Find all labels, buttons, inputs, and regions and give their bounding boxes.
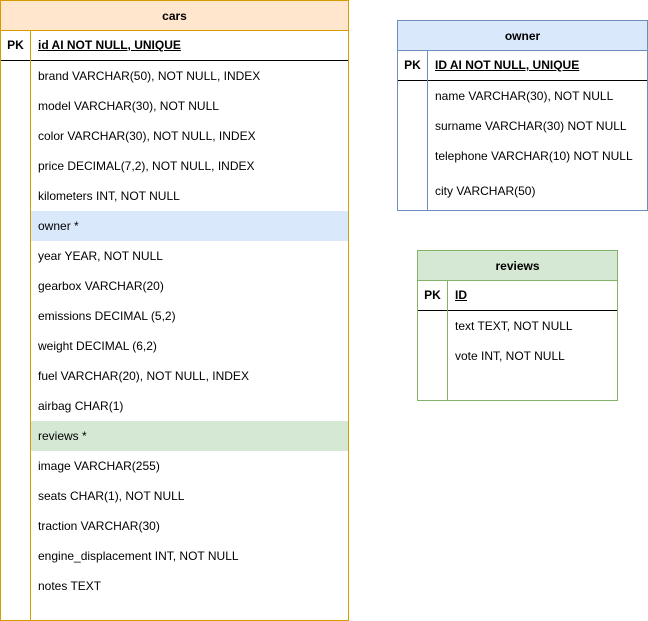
owner-title: owner (398, 21, 647, 51)
cars-field-notes[interactable]: notes TEXT (31, 571, 348, 601)
reviews-pk-label: PK (424, 288, 441, 302)
cars-field-weight[interactable]: weight DECIMAL (6,2) (31, 331, 348, 361)
reviews-field-text[interactable]: text TEXT, NOT NULL (448, 311, 617, 341)
reviews-table[interactable]: reviews PK ID text TEXT, NOT NULL vote I… (417, 250, 618, 401)
owner-pk-label: PK (404, 58, 421, 72)
cars-field-traction[interactable]: traction VARCHAR(30) (31, 511, 348, 541)
cars-field-kilometers[interactable]: kilometers INT, NOT NULL (31, 181, 348, 211)
cars-field-gearbox[interactable]: gearbox VARCHAR(20) (31, 271, 348, 301)
cars-field-year[interactable]: year YEAR, NOT NULL (31, 241, 348, 271)
cars-field-airbag[interactable]: airbag CHAR(1) (31, 391, 348, 421)
cars-pk-field: id AI NOT NULL, UNIQUE (38, 38, 181, 52)
cars-field-price[interactable]: price DECIMAL(7,2), NOT NULL, INDEX (31, 151, 348, 181)
cars-field-owner[interactable]: owner * (31, 211, 348, 241)
reviews-field-vote[interactable]: vote INT, NOT NULL (448, 341, 617, 371)
cars-table[interactable]: cars PK id AI NOT NULL, UNIQUE brand VAR… (0, 0, 349, 621)
cars-field-brand[interactable]: brand VARCHAR(50), NOT NULL, INDEX (31, 61, 348, 91)
cars-field-color[interactable]: color VARCHAR(30), NOT NULL, INDEX (31, 121, 348, 151)
reviews-pk-field: ID (455, 288, 467, 302)
cars-pk-row[interactable]: PK id AI NOT NULL, UNIQUE (1, 31, 348, 61)
cars-pk-label: PK (7, 38, 24, 52)
owner-pk-field: ID AI NOT NULL, UNIQUE (435, 58, 580, 72)
owner-field-city[interactable]: city VARCHAR(50) (428, 176, 647, 206)
cars-field-seats[interactable]: seats CHAR(1), NOT NULL (31, 481, 348, 511)
cars-field-image[interactable]: image VARCHAR(255) (31, 451, 348, 481)
cars-field-fuel[interactable]: fuel VARCHAR(20), NOT NULL, INDEX (31, 361, 348, 391)
owner-field-name[interactable]: name VARCHAR(30), NOT NULL (428, 81, 647, 111)
owner-table[interactable]: owner PK ID AI NOT NULL, UNIQUE name VAR… (397, 20, 648, 211)
cars-field-model[interactable]: model VARCHAR(30), NOT NULL (31, 91, 348, 121)
owner-field-telephone[interactable]: telephone VARCHAR(10) NOT NULL (428, 141, 647, 171)
cars-field-engine-displacement[interactable]: engine_displacement INT, NOT NULL (31, 541, 348, 571)
cars-field-reviews[interactable]: reviews * (31, 421, 348, 451)
cars-title: cars (1, 1, 348, 31)
owner-pk-row[interactable]: PK ID AI NOT NULL, UNIQUE (398, 51, 647, 81)
owner-field-surname[interactable]: surname VARCHAR(30) NOT NULL (428, 111, 647, 141)
reviews-title: reviews (418, 251, 617, 281)
cars-field-emissions[interactable]: emissions DECIMAL (5,2) (31, 301, 348, 331)
